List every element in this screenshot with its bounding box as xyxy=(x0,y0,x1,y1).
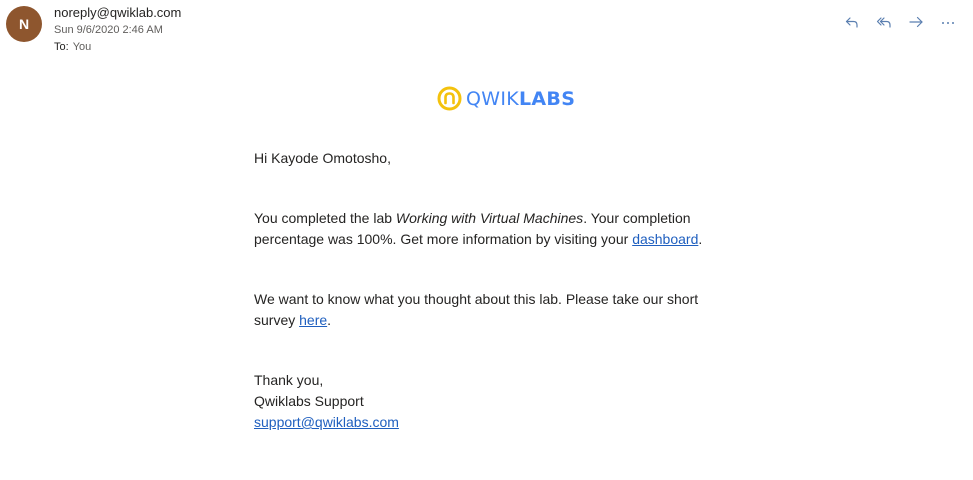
signoff: Thank you, xyxy=(254,372,324,388)
logo-text: QWIKLABS xyxy=(466,88,575,110)
greeting: Hi Kayode Omotosho, xyxy=(254,150,391,166)
qwiklabs-logo-icon xyxy=(437,86,462,111)
message-actions xyxy=(841,11,959,33)
forward-button[interactable] xyxy=(905,11,927,33)
more-icon xyxy=(942,22,954,24)
p1-text-before: You completed the lab xyxy=(254,210,396,226)
logo-text-bold: LABS xyxy=(519,87,576,110)
completion-paragraph: You completed the lab Working with Virtu… xyxy=(254,208,734,250)
reply-all-icon xyxy=(876,17,891,28)
to-value[interactable]: You xyxy=(73,41,92,53)
more-actions-button[interactable] xyxy=(937,11,959,33)
survey-link[interactable]: here xyxy=(299,312,327,328)
recipient-line: To: You xyxy=(54,41,91,53)
reply-all-button[interactable] xyxy=(873,11,895,33)
dashboard-link[interactable]: dashboard xyxy=(632,231,698,247)
to-label: To: xyxy=(54,41,69,53)
survey-paragraph: We want to know what you thought about t… xyxy=(254,289,734,331)
logo-text-light: QWIK xyxy=(466,87,520,110)
reply-icon xyxy=(845,17,858,28)
reply-button[interactable] xyxy=(841,11,863,33)
lab-name: Working with Virtual Machines xyxy=(395,210,584,226)
email-body: Hi Kayode Omotosho, You completed the la… xyxy=(254,148,734,433)
signature: Qwiklabs Support xyxy=(254,393,364,409)
sender-address[interactable]: noreply@qwiklab.com xyxy=(54,5,181,20)
p2-text-end: . xyxy=(327,312,332,328)
forward-icon xyxy=(909,16,923,28)
support-email-link[interactable]: support@qwiklabs.com xyxy=(254,414,399,430)
p1-text-end: . xyxy=(698,231,703,247)
avatar[interactable]: N xyxy=(6,6,42,42)
qwiklabs-logo: QWIKLABS xyxy=(437,86,575,111)
sent-date: Sun 9/6/2020 2:46 AM xyxy=(54,24,163,36)
